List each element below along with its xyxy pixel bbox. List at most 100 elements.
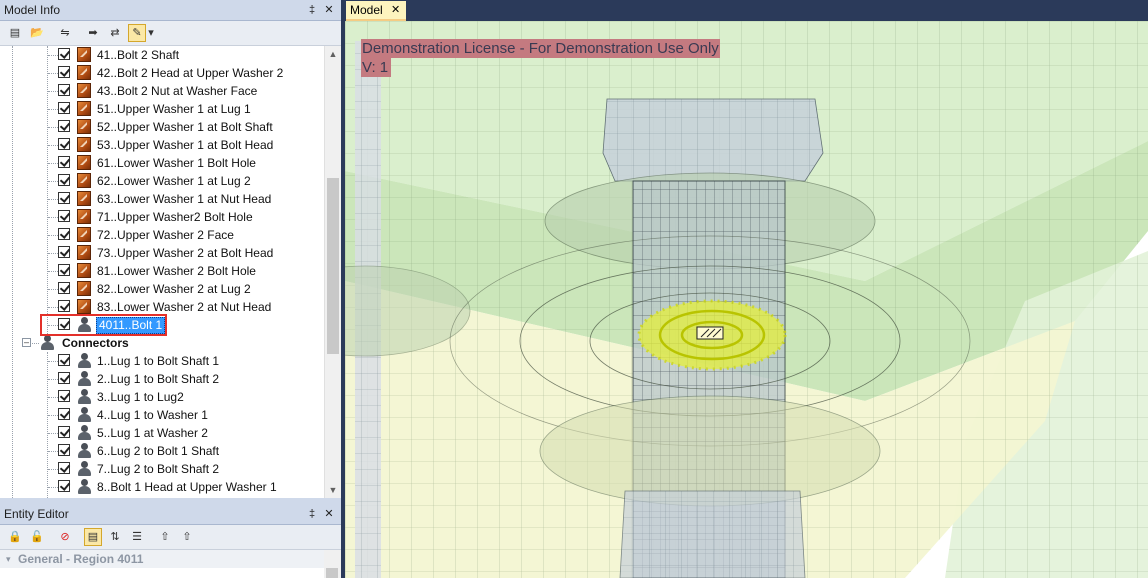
tree-item-label: 63..Lower Washer 1 at Nut Head xyxy=(97,192,272,206)
checkbox[interactable] xyxy=(58,300,70,312)
tree-item-connector[interactable]: 1..Lug 1 to Bolt Shaft 1 xyxy=(0,352,324,370)
tree-view-icon[interactable]: ▤ xyxy=(6,24,24,42)
checkbox[interactable] xyxy=(58,102,70,114)
tree-item-region[interactable]: 41..Bolt 2 Shaft xyxy=(0,46,324,64)
highlight-pen-icon[interactable]: ✎ xyxy=(128,24,146,42)
tree-item-connector[interactable]: 4..Lug 1 to Washer 1 xyxy=(0,406,324,424)
tree-item-label: 3..Lug 1 to Lug2 xyxy=(97,390,184,404)
tree-group-connectors[interactable]: – Connectors xyxy=(0,334,324,352)
model-info-toolbar: ▤ 📂 ⇋ ➡ ⇄ ✎ ▾ xyxy=(0,21,341,46)
checkbox[interactable] xyxy=(58,84,70,96)
checkbox[interactable] xyxy=(58,282,70,294)
checkbox[interactable] xyxy=(58,174,70,186)
properties-icon[interactable]: ☰ xyxy=(128,528,146,546)
filter-icon[interactable]: ⇋ xyxy=(56,24,74,42)
tree-item-label: 42..Bolt 2 Head at Upper Washer 2 xyxy=(97,66,284,80)
checkbox[interactable] xyxy=(58,444,70,456)
entity-editor-titlebar: Entity Editor ‡ ✕ xyxy=(0,504,341,525)
open-folder-icon[interactable]: 📂 xyxy=(28,24,46,42)
tree-item-region[interactable]: 43..Bolt 2 Nut at Washer Face xyxy=(0,82,324,100)
checkbox[interactable] xyxy=(58,246,70,258)
tree-item-connector[interactable]: 2..Lug 1 to Bolt Shaft 2 xyxy=(0,370,324,388)
tree-item-label: 53..Upper Washer 1 at Bolt Head xyxy=(97,138,274,152)
tree-item-region[interactable]: 53..Upper Washer 1 at Bolt Head xyxy=(0,136,324,154)
checkbox[interactable] xyxy=(58,156,70,168)
checkbox[interactable] xyxy=(58,480,70,492)
pin-icon[interactable]: ‡ xyxy=(305,0,319,20)
collapse-icon[interactable]: ▾ xyxy=(6,550,11,568)
checkbox[interactable] xyxy=(58,408,70,420)
highlight-box xyxy=(40,314,167,336)
tree-item-region[interactable]: 62..Lower Washer 1 at Lug 2 xyxy=(0,172,324,190)
tab-model[interactable]: Model ✕ xyxy=(346,1,406,21)
checkbox[interactable] xyxy=(58,228,70,240)
tree-item-region[interactable]: 72..Upper Washer 2 Face xyxy=(0,226,324,244)
lock-icon[interactable]: 🔒 xyxy=(6,528,24,546)
dropdown-arrow-icon[interactable]: ▾ xyxy=(146,24,156,42)
tree-item-region[interactable]: 61..Lower Washer 1 Bolt Hole xyxy=(0,154,324,172)
checkbox[interactable] xyxy=(58,210,70,222)
tree-item-label: 43..Bolt 2 Nut at Washer Face xyxy=(97,84,258,98)
sort-az-icon[interactable]: ⇅ xyxy=(106,528,124,546)
tree-item-label: 52..Upper Washer 1 at Bolt Shaft xyxy=(97,120,273,134)
move-icon[interactable]: ➡ xyxy=(84,24,102,42)
checkbox[interactable] xyxy=(58,192,70,204)
scroll-down-icon[interactable]: ▼ xyxy=(325,482,341,498)
tree-item-region[interactable]: 51..Upper Washer 1 at Lug 1 xyxy=(0,100,324,118)
tree-item-connector[interactable]: 3..Lug 1 to Lug2 xyxy=(0,388,324,406)
checkbox[interactable] xyxy=(58,264,70,276)
close-icon[interactable]: ✕ xyxy=(322,0,336,20)
property-category[interactable]: ▾ General - Region 4011 xyxy=(0,550,341,568)
tab-close-icon[interactable]: ✕ xyxy=(391,1,400,19)
export-icon[interactable]: ⇧ xyxy=(156,528,174,546)
tree-scrollbar[interactable]: ▲ ▼ xyxy=(324,46,341,498)
3d-viewport[interactable]: Demonstration License - For Demonstratio… xyxy=(345,21,1148,578)
tree-item-connector[interactable]: 8..Bolt 1 Head at Upper Washer 1 xyxy=(0,478,324,496)
entity-editor-toolbar: 🔒 🔓 ⊘ ▤ ⇅ ☰ ⇧ ⇧ xyxy=(0,525,341,550)
checkbox[interactable] xyxy=(58,426,70,438)
scroll-thumb[interactable] xyxy=(327,178,339,354)
unlock-icon[interactable]: 🔓 xyxy=(28,528,46,546)
checkbox[interactable] xyxy=(58,462,70,474)
checkbox[interactable] xyxy=(58,66,70,78)
connector-icon xyxy=(77,371,91,386)
tree-item-region[interactable]: 71..Upper Washer2 Bolt Hole xyxy=(0,208,324,226)
checkbox[interactable] xyxy=(58,390,70,402)
checkbox[interactable] xyxy=(58,120,70,132)
tree-item-region[interactable]: 52..Upper Washer 1 at Bolt Shaft xyxy=(0,118,324,136)
region-icon xyxy=(77,155,91,170)
checkbox[interactable] xyxy=(58,138,70,150)
tree-item-connector[interactable]: 7..Lug 2 to Bolt Shaft 2 xyxy=(0,460,324,478)
tree-item-connector[interactable]: 6..Lug 2 to Bolt 1 Shaft xyxy=(0,442,324,460)
version-banner: V: 1 xyxy=(361,58,392,77)
close-icon[interactable]: ✕ xyxy=(322,504,336,524)
tree-item-region[interactable]: 81..Lower Washer 2 Bolt Hole xyxy=(0,262,324,280)
import-icon[interactable]: ⇧ xyxy=(178,528,196,546)
model-document: Model ✕ Demonstration License - For Demo… xyxy=(345,0,1148,578)
scroll-thumb[interactable] xyxy=(326,568,338,578)
cursor-icon xyxy=(696,326,724,340)
pin-icon[interactable]: ‡ xyxy=(305,504,319,524)
tree-item-label: 73..Upper Washer 2 at Bolt Head xyxy=(97,246,274,260)
tree-item-label: 4..Lug 1 to Washer 1 xyxy=(97,408,208,422)
connector-icon xyxy=(77,353,91,368)
swap-icon[interactable]: ⇄ xyxy=(106,24,124,42)
tree-item-connector[interactable]: 5..Lug 1 at Washer 2 xyxy=(0,424,324,442)
tree-item-label: 81..Lower Washer 2 Bolt Hole xyxy=(97,264,256,278)
categorized-icon[interactable]: ▤ xyxy=(84,528,102,546)
tree-item-label: 41..Bolt 2 Shaft xyxy=(97,48,180,62)
tree-item-region[interactable]: 63..Lower Washer 1 at Nut Head xyxy=(0,190,324,208)
tree-item-region[interactable]: 82..Lower Washer 2 at Lug 2 xyxy=(0,280,324,298)
connector-icon xyxy=(77,407,91,422)
collapse-icon[interactable]: – xyxy=(22,338,31,347)
checkbox[interactable] xyxy=(58,354,70,366)
region-icon xyxy=(77,83,91,98)
region-icon xyxy=(77,191,91,206)
tree-item-region[interactable]: 73..Upper Washer 2 at Bolt Head xyxy=(0,244,324,262)
tree-item-region[interactable]: 42..Bolt 2 Head at Upper Washer 2 xyxy=(0,64,324,82)
property-scrollbar[interactable] xyxy=(324,550,341,578)
no-entry-icon[interactable]: ⊘ xyxy=(56,528,74,546)
checkbox[interactable] xyxy=(58,48,70,60)
checkbox[interactable] xyxy=(58,372,70,384)
scroll-up-icon[interactable]: ▲ xyxy=(325,46,341,62)
